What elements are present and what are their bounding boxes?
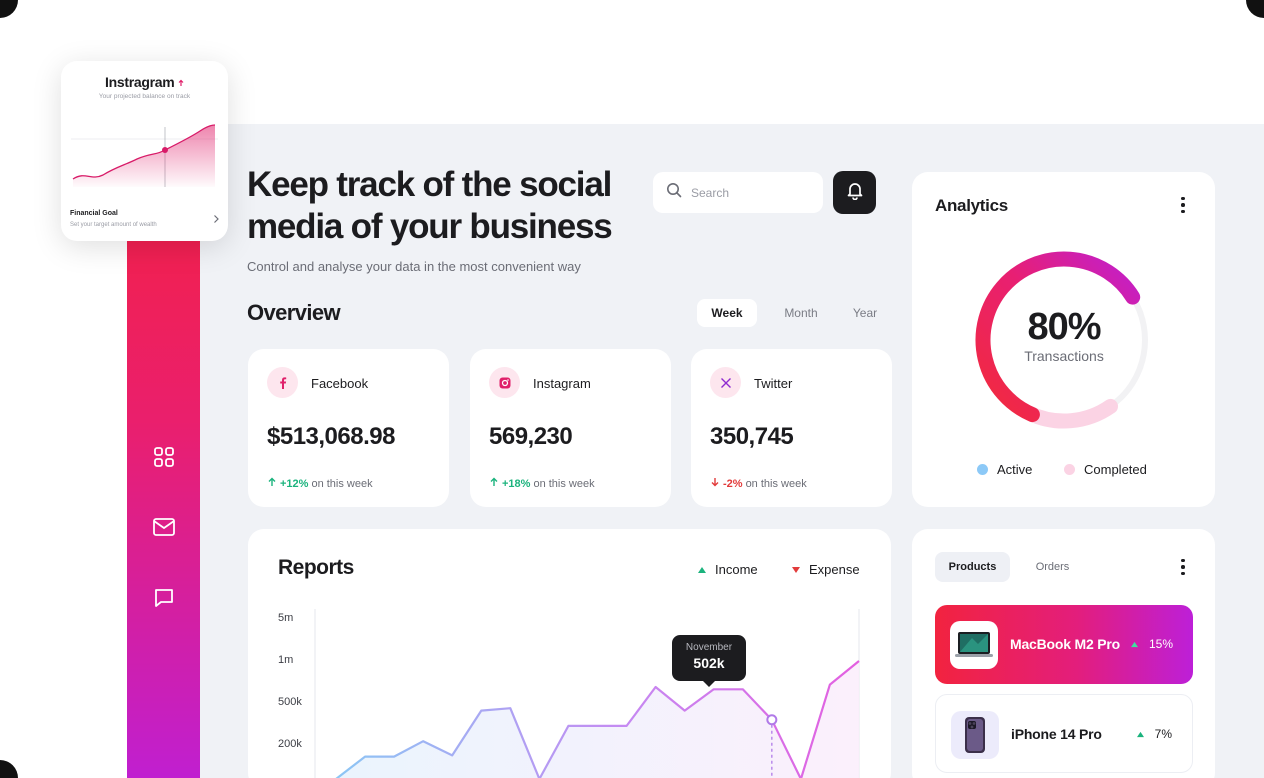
more-options-icon[interactable] <box>1173 557 1193 577</box>
period-week[interactable]: Week <box>697 299 757 327</box>
tooltip-value: 502k <box>693 655 725 671</box>
gauge-center: 80% Transactions <box>968 306 1160 364</box>
legend-dot <box>977 464 988 475</box>
tooltip-month: November <box>685 642 733 653</box>
financial-goal-title: Financial Goal <box>70 210 118 217</box>
stat-card-facebook[interactable]: Facebook $513,068.98 +12% on this week <box>248 349 449 507</box>
income-area <box>337 661 859 778</box>
gauge-label: Transactions <box>1024 348 1104 364</box>
stat-card-twitter[interactable]: Twitter 350,745 -2% on this week <box>691 349 892 507</box>
financial-goal-subtitle: Set your target amount of wealth <box>70 222 157 228</box>
period-year[interactable]: Year <box>845 299 885 327</box>
stat-change: +12% on this week <box>267 477 373 490</box>
more-options-icon[interactable] <box>1173 195 1193 215</box>
product-row-iphone[interactable]: iPhone 14 Pro 7% <box>935 694 1193 773</box>
stat-name: Instagram <box>533 376 591 391</box>
stat-change-value: +12% <box>280 477 309 490</box>
instagram-mini-chart <box>71 124 218 187</box>
highlight-point <box>766 714 778 726</box>
facebook-icon <box>267 367 298 398</box>
instagram-card-subtitle: Your projected balance on track <box>98 93 191 100</box>
product-row-macbook[interactable]: MacBook M2 Pro 15% <box>935 605 1193 684</box>
reports-card: Reports Income Expense 5m 1m 500k 200k N… <box>248 529 891 778</box>
tab-products[interactable]: Products <box>935 552 1010 582</box>
page-title: Keep track of the social media of your b… <box>247 165 613 246</box>
mail-icon[interactable] <box>151 514 177 540</box>
macbook-icon <box>950 621 998 669</box>
stat-card-instagram[interactable]: Instagram 569,230 +18% on this week <box>470 349 671 507</box>
search-icon <box>666 182 682 203</box>
arrow-up-icon <box>178 74 184 90</box>
products-tabs: Products Orders <box>935 552 1095 582</box>
frame-corner <box>1246 0 1264 18</box>
search-input[interactable] <box>691 185 801 200</box>
triangle-up-icon <box>1130 637 1139 651</box>
grid-icon[interactable] <box>151 444 177 470</box>
stat-change-value: -2% <box>723 477 743 490</box>
product-name: iPhone 14 Pro <box>1011 726 1102 742</box>
instagram-card-title: Instragram <box>61 74 228 90</box>
product-percent: 15% <box>1130 637 1173 651</box>
product-percent-value: 7% <box>1154 727 1172 741</box>
triangle-up-icon <box>1136 727 1145 741</box>
analytics-card: Analytics 80% Transactions Active Comple… <box>912 172 1215 507</box>
product-percent-value: 15% <box>1148 637 1173 651</box>
instagram-preview-card[interactable]: Instragram Your projected balance on tra… <box>61 61 228 241</box>
notifications-button[interactable] <box>833 171 876 214</box>
arrow-up-icon <box>489 477 499 490</box>
gauge-percent: 80% <box>1027 306 1101 348</box>
analytics-title: Analytics <box>935 196 1008 215</box>
stat-change-suffix: on this week <box>533 477 595 490</box>
arrow-up-icon <box>267 477 277 490</box>
period-month[interactable]: Month <box>771 299 831 327</box>
arrow-down-icon <box>710 477 720 490</box>
iphone-icon <box>951 711 999 759</box>
reports-chart <box>314 609 860 778</box>
stat-change-value: +18% <box>502 477 531 490</box>
stat-name: Twitter <box>754 376 793 391</box>
product-name: MacBook M2 Pro <box>1010 636 1120 652</box>
legend-completed: Completed <box>1064 462 1147 477</box>
tab-orders[interactable]: Orders <box>1015 552 1090 582</box>
stat-value: 569,230 <box>489 423 573 450</box>
chevron-right-icon[interactable] <box>211 211 221 223</box>
x-icon <box>710 367 741 398</box>
instagram-card-title-text: Instragram <box>105 74 175 90</box>
instagram-icon <box>489 367 520 398</box>
frame-corner <box>0 760 18 778</box>
stat-value: $513,068.98 <box>267 423 395 450</box>
page-subtitle: Control and analyse your data in the mos… <box>247 259 581 274</box>
gauge-completed-arc <box>1022 398 1118 429</box>
overview-title: Overview <box>247 300 341 325</box>
legend-dot <box>1064 464 1075 475</box>
bell-icon <box>845 180 865 205</box>
period-switcher: Week Month Year <box>697 299 885 327</box>
stat-value: 350,745 <box>710 423 794 450</box>
search-box[interactable] <box>653 172 823 213</box>
stat-name: Facebook <box>311 376 369 391</box>
legend-active: Active <box>977 462 1032 477</box>
stat-change: +18% on this week <box>489 477 595 490</box>
chart-tooltip: November 502k <box>672 635 746 687</box>
stat-change-suffix: on this week <box>745 477 807 490</box>
frame-corner <box>0 0 18 18</box>
stat-change: -2% on this week <box>710 477 807 490</box>
legend-label: Active <box>997 462 1033 477</box>
products-card: Products Orders MacBook M2 Pro 15% iPhon… <box>912 529 1215 778</box>
stat-change-suffix: on this week <box>311 477 373 490</box>
legend-label: Completed <box>1084 462 1147 477</box>
product-percent: 7% <box>1136 727 1172 741</box>
chat-icon[interactable] <box>151 585 177 611</box>
